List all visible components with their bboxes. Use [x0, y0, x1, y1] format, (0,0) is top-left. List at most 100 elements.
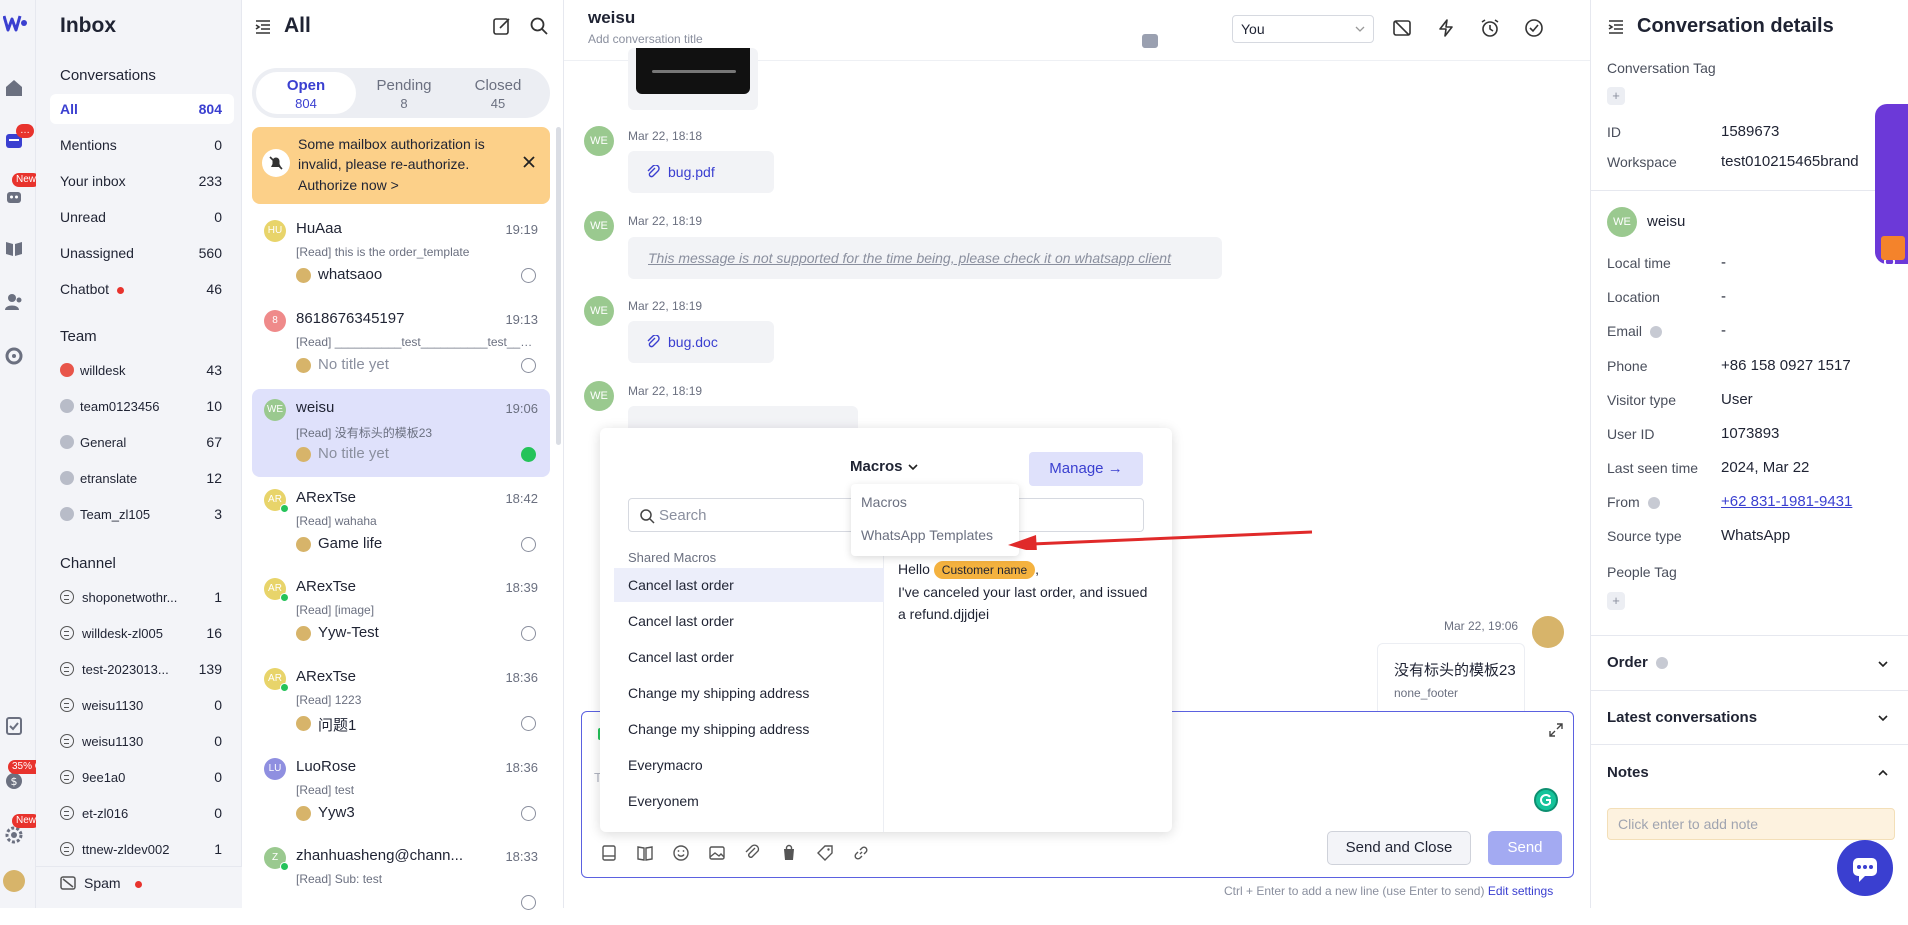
check-circle-icon[interactable] — [1524, 18, 1544, 38]
sidebar-team-item[interactable]: willdesk 43 — [50, 355, 234, 385]
conversation-item[interactable]: WE weisu 19:06 [Read] 没有标头的模板23 No title yet — [252, 389, 550, 477]
manage-button[interactable]: Manage → — [1029, 452, 1143, 486]
chevron-down-icon[interactable] — [1877, 658, 1889, 670]
macro-item[interactable]: Cancel last order — [614, 568, 884, 602]
macro-item[interactable]: Cancel last order — [614, 640, 884, 674]
latest-conversations-section[interactable]: Latest conversations — [1607, 709, 1757, 726]
send-and-close-button[interactable]: Send and Close — [1327, 831, 1471, 865]
promo-banner[interactable]: Get 30%OFF — [1875, 104, 1908, 331]
user-avatar[interactable] — [3, 870, 25, 892]
shopify-icon[interactable] — [780, 844, 798, 862]
macro-item[interactable]: Everyonem — [614, 784, 884, 818]
close-icon[interactable] — [522, 155, 536, 169]
billing-icon[interactable]: $ — [4, 771, 24, 791]
option-macros[interactable]: Macros — [861, 494, 907, 510]
channel-icon — [521, 716, 536, 731]
macro-item[interactable]: Change my shipping address — [614, 712, 884, 746]
image-icon[interactable] — [708, 844, 726, 862]
sidebar-channel-item[interactable]: shoponetwothr... 1 — [50, 582, 234, 612]
sidebar-channel-item[interactable]: weisu1130 0 — [50, 690, 234, 720]
knowledge-base-icon[interactable] — [636, 844, 654, 862]
details-collapse-icon[interactable] — [1607, 18, 1625, 36]
macro-item[interactable]: Everymacro — [614, 748, 884, 782]
sidebar-item-chatbot[interactable]: Chatbot 46 — [50, 274, 234, 304]
compose-icon[interactable] — [492, 16, 512, 36]
sidebar-item-all[interactable]: All 804 — [50, 94, 234, 124]
edit-settings-link[interactable]: Edit settings — [1488, 884, 1553, 898]
collapse-icon[interactable] — [254, 18, 272, 36]
sidebar-item-mentions[interactable]: Mentions 0 — [50, 130, 234, 160]
conversation-item[interactable]: Zzhanhuasheng@chann... 18:33 [Read] Sub: t… — [252, 837, 550, 925]
tab-closed[interactable]: Closed 45 — [448, 72, 548, 114]
macro-icon[interactable] — [600, 844, 618, 862]
add-title[interactable]: Add conversation title — [588, 32, 703, 46]
assignee-select[interactable]: You — [1232, 15, 1374, 43]
list-scrollbar[interactable] — [556, 127, 561, 445]
tasks-icon[interactable] — [4, 716, 24, 736]
send-button[interactable]: Send — [1488, 831, 1562, 865]
emoji-icon[interactable] — [672, 844, 690, 862]
macros-dropdown[interactable]: Macros — [850, 458, 919, 475]
item-label: Spam — [84, 875, 121, 891]
sidebar-team-item[interactable]: team0123456 10 — [50, 391, 234, 421]
order-section[interactable]: Order — [1607, 654, 1668, 671]
macro-item[interactable]: Change my shipping address — [614, 676, 884, 710]
alarm-icon[interactable] — [1480, 18, 1500, 38]
conversation-item[interactable]: AR ARexTse 18:36 [Read] 1223 问题1 — [252, 658, 550, 746]
conversation-item[interactable]: LU LuoRose 18:36 [Read] test Yyw3 — [252, 748, 550, 836]
conversation-item[interactable]: AR ARexTse 18:39 [Read] [image] Yyw-Test — [252, 568, 550, 656]
conversation-subject: whatsaoo — [296, 266, 496, 283]
item-count: 43 — [206, 362, 222, 378]
knowledge-icon[interactable] — [4, 238, 24, 258]
field-value[interactable]: +62 831-1981-9431 — [1721, 493, 1852, 510]
file-message[interactable]: bug.pdf — [628, 151, 774, 193]
sidebar-channel-item[interactable]: 9ee1a0 0 — [50, 762, 234, 792]
attachment-icon[interactable] — [744, 844, 762, 862]
lightning-icon[interactable] — [1436, 18, 1456, 38]
sidebar-item-spam[interactable]: Spam — [50, 868, 234, 898]
tab-pending[interactable]: Pending 8 — [354, 72, 454, 114]
image-message[interactable] — [628, 48, 758, 110]
note-input[interactable]: Click enter to add note — [1607, 808, 1895, 840]
grammarly-icon[interactable] — [1534, 788, 1558, 812]
conversation-item[interactable]: 8 8618676345197 19:13 [Read] __________test… — [252, 300, 550, 388]
option-whatsapp-templates[interactable]: WhatsApp Templates — [861, 527, 993, 543]
snooze-off-icon[interactable] — [1392, 18, 1412, 38]
sidebar-team-item[interactable]: Team_zl105 3 — [50, 499, 234, 529]
sidebar-item-unread[interactable]: Unread 0 — [50, 202, 234, 232]
add-conversation-tag-button[interactable]: + — [1607, 87, 1625, 105]
chevron-down-icon[interactable] — [1877, 712, 1889, 724]
sidebar-team-item[interactable]: etranslate 12 — [50, 463, 234, 493]
more-icon[interactable] — [1142, 34, 1158, 48]
add-people-tag-button[interactable]: + — [1607, 592, 1625, 610]
file-message[interactable]: bug.doc — [628, 321, 774, 363]
macro-item[interactable]: Cancel last order — [614, 604, 884, 638]
expand-icon[interactable] — [1548, 722, 1564, 738]
conversation-time: 19:06 — [505, 401, 538, 416]
chevron-up-icon[interactable] — [1877, 767, 1889, 779]
bot-icon[interactable] — [4, 186, 24, 206]
contacts-icon[interactable] — [4, 292, 24, 312]
sidebar-channel-item[interactable]: willdesk-zl005 16 — [50, 618, 234, 648]
tab-open[interactable]: Open 804 — [256, 72, 356, 114]
home-icon[interactable] — [4, 78, 24, 98]
conversation-item[interactable]: AR ARexTse 18:42 [Read] wahaha Game life — [252, 479, 550, 567]
sidebar-team-item[interactable]: General 67 — [50, 427, 234, 457]
item-count: 804 — [198, 101, 222, 117]
sidebar-channel-item[interactable]: test-2023013... 139 — [50, 654, 234, 684]
link-icon[interactable] — [852, 844, 870, 862]
sidebar-channel-item[interactable]: ttnew-zldev002 1 — [50, 834, 234, 864]
sidebar-item-your-inbox[interactable]: Your inbox 233 — [50, 166, 234, 196]
sidebar-item-unassigned[interactable]: Unassigned 560 — [50, 238, 234, 268]
app-logo[interactable] — [3, 14, 27, 32]
sidebar-channel-item[interactable]: et-zl016 0 — [50, 798, 234, 828]
tag-icon[interactable] — [816, 844, 834, 862]
chat-support-button[interactable] — [1837, 840, 1893, 896]
search-icon[interactable] — [529, 16, 549, 36]
authorize-link[interactable]: Authorize now > — [298, 177, 399, 193]
settings-icon[interactable] — [4, 825, 24, 845]
analytics-icon[interactable] — [4, 346, 24, 366]
notes-section[interactable]: Notes — [1607, 764, 1649, 781]
conversation-item[interactable]: HU HuAaa 19:19 [Read] this is the order_tem… — [252, 210, 550, 298]
sidebar-channel-item[interactable]: weisu1130 0 — [50, 726, 234, 756]
